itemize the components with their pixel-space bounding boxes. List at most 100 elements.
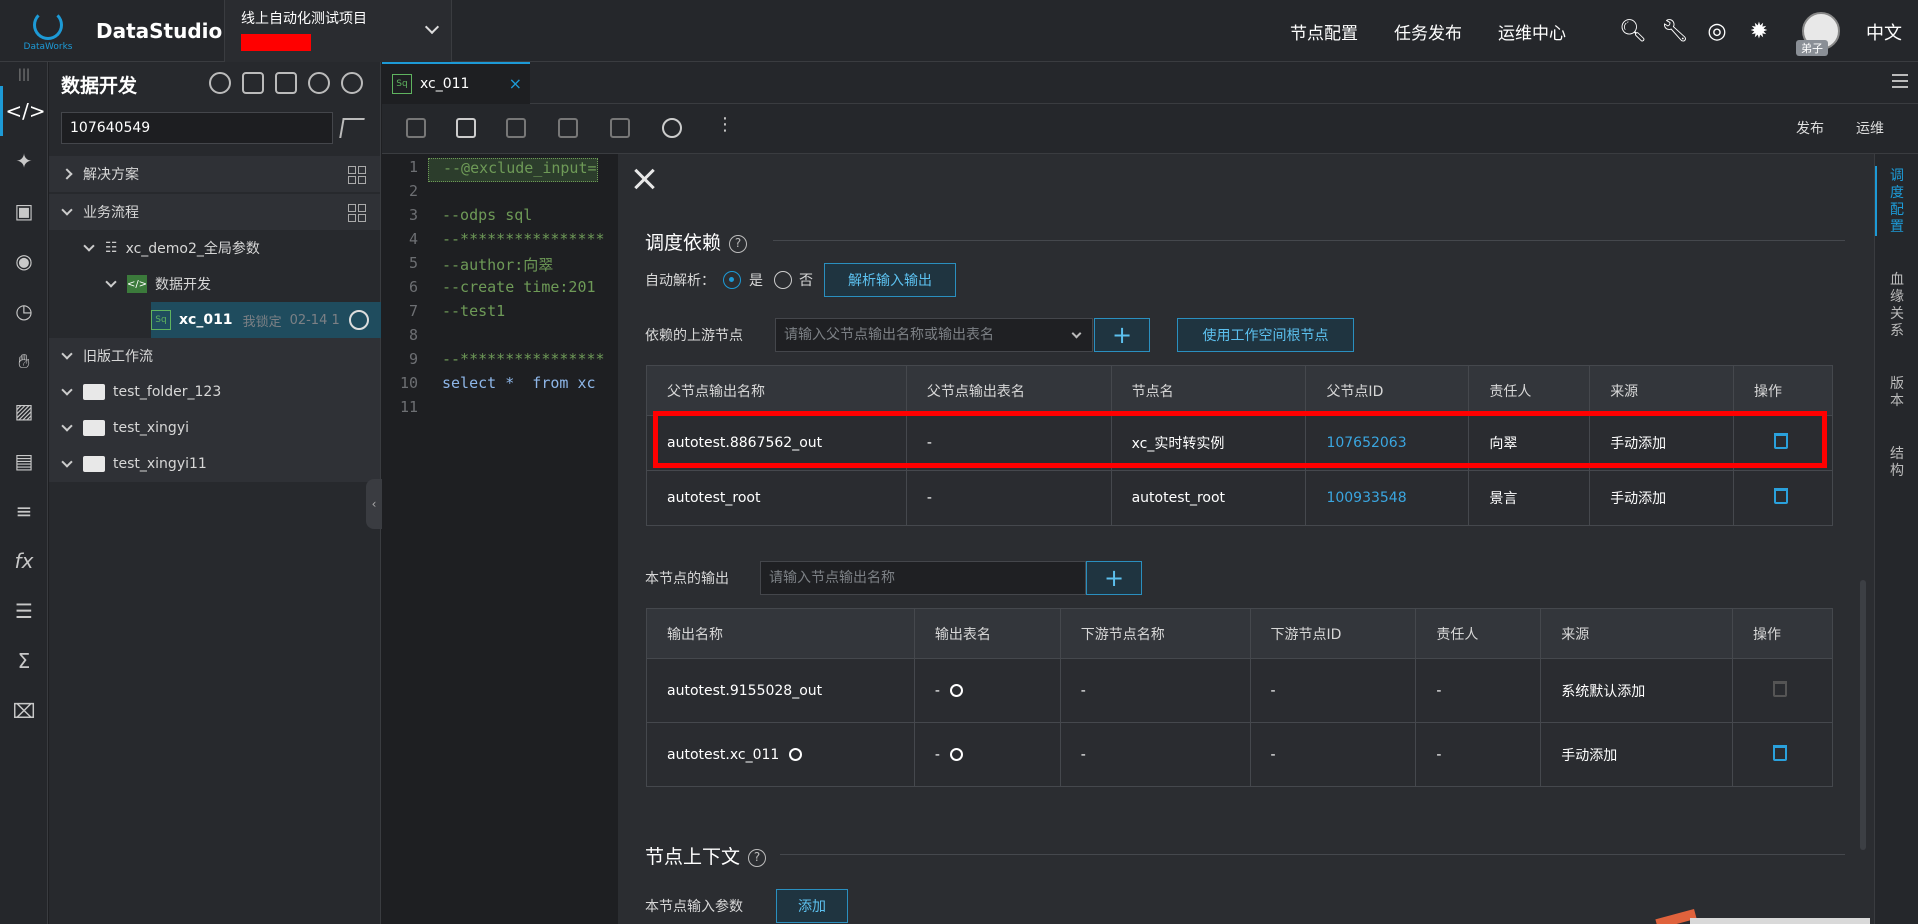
cell-table-value: - — [934, 682, 940, 699]
edit-icon[interactable] — [949, 684, 963, 697]
line-number: 10 — [399, 374, 418, 392]
cell-action — [1732, 722, 1833, 787]
save-as-icon[interactable] — [456, 118, 476, 138]
editor-tabs: Sq xc_011 × — [382, 62, 1918, 104]
headset-icon[interactable]: ◎ — [1702, 16, 1732, 46]
tree-node-selected[interactable]: Sq xc_011 我锁定 02-14 1 — [151, 302, 381, 338]
language-switch[interactable]: 中文 — [1866, 19, 1902, 45]
edit-icon[interactable] — [949, 748, 963, 761]
code-icon[interactable]: </> — [0, 86, 48, 136]
trash-icon[interactable]: ⌧ — [0, 686, 48, 736]
bug-icon[interactable]: ✹ — [1744, 16, 1774, 46]
more-icon[interactable]: ⋮ — [716, 114, 734, 135]
flow-icon: ☷ — [105, 240, 118, 256]
server-icon[interactable]: ☰ — [0, 586, 48, 636]
output-input[interactable]: 请输入节点输出名称 — [760, 561, 1086, 595]
help-icon[interactable]: ? — [748, 848, 767, 867]
col-header: 下游节点名称 — [1059, 608, 1251, 659]
lock-icon[interactable] — [610, 118, 630, 138]
doc-search-icon[interactable] — [242, 72, 264, 94]
line-number: 4 — [408, 230, 418, 248]
code-line: 10 select * from xc — [382, 374, 618, 398]
list-icon[interactable]: ≡ — [0, 486, 48, 536]
function-icon[interactable]: fx — [0, 536, 48, 586]
wrench-icon[interactable]: 🔧︎ — [1660, 16, 1690, 46]
crosshair-icon[interactable] — [349, 310, 369, 330]
tab-version[interactable]: 版本 — [1889, 376, 1905, 410]
radio-yes[interactable] — [723, 271, 741, 289]
tree-folder[interactable]: test_folder_123 — [49, 374, 380, 410]
edit-box-icon[interactable]: ▨ — [0, 386, 48, 436]
hamburger-icon[interactable] — [1892, 74, 1908, 88]
nav-task-publish[interactable]: 任务发布 — [1394, 19, 1462, 44]
section-title-text: 节点上下文 — [645, 846, 741, 868]
table-icon[interactable]: ▤ — [0, 436, 48, 486]
edit-icon[interactable] — [789, 748, 803, 761]
sigma-icon[interactable]: Σ — [0, 636, 48, 686]
tree-folder[interactable]: test_xingyi11 — [49, 446, 380, 482]
trash-icon[interactable] — [1774, 488, 1789, 504]
publish-button[interactable]: 发布 — [1796, 118, 1824, 138]
user-icon[interactable] — [209, 72, 231, 94]
use-root-node-button[interactable]: 使用工作空间根节点 — [1177, 318, 1354, 352]
upstream-input[interactable]: 请输入父节点输出名称或输出表名 — [775, 318, 1093, 352]
tree-label: test_xingyi — [113, 420, 189, 436]
search-icon[interactable]: 🔍︎ — [1618, 16, 1648, 46]
help-icon[interactable]: ? — [729, 234, 748, 253]
code-line: 1 --@exclude_input= — [382, 158, 618, 182]
tree-legacy-flow[interactable]: 旧版工作流 — [49, 338, 380, 374]
line-code: --create time:201 — [442, 278, 596, 296]
scrollbar[interactable] — [1860, 580, 1866, 850]
locate-icon[interactable] — [341, 72, 363, 94]
parse-io-button[interactable]: 解析输入输出 — [824, 263, 956, 297]
cell-parent-id-link[interactable]: 100933548 — [1305, 470, 1470, 526]
editor-toolbar: ⋮ 发布 运维 — [382, 104, 1918, 154]
hand-icon[interactable]: ✋︎ — [0, 336, 48, 386]
puzzle-icon[interactable]: ✦ — [0, 136, 48, 186]
tab-structure[interactable]: 结构 — [1889, 446, 1905, 480]
tree-flow[interactable]: ☷ xc_demo2_全局参数 — [49, 230, 380, 266]
tree-business-flow[interactable]: 业务流程 — [49, 194, 380, 230]
tree-folder[interactable]: test_xingyi — [49, 410, 380, 446]
save-icon[interactable] — [406, 118, 426, 138]
nav-ops-center[interactable]: 运维中心 — [1498, 19, 1566, 44]
tab-xc-011[interactable]: Sq xc_011 × — [382, 62, 530, 104]
col-header: 来源 — [1589, 365, 1735, 416]
clock-icon[interactable]: ◷ — [0, 286, 48, 336]
refresh-icon[interactable] — [308, 72, 330, 94]
run-icon[interactable] — [662, 118, 682, 138]
grid-icon[interactable] — [348, 166, 366, 184]
trash-icon[interactable] — [1773, 744, 1788, 761]
cube-icon[interactable]: ▣ — [0, 186, 48, 236]
tab-lineage[interactable]: 血缘关系 — [1889, 272, 1905, 340]
add-output-button[interactable]: + — [1086, 561, 1142, 595]
tree-label: 业务流程 — [83, 205, 139, 221]
table-row: autotest.xc_011 - - - - 手动添加 — [646, 722, 1833, 787]
close-icon[interactable]: × — [509, 74, 522, 93]
search-input[interactable]: 107640549 — [61, 112, 333, 144]
query-icon[interactable]: ◉ — [0, 236, 48, 286]
submit-icon[interactable] — [506, 118, 526, 138]
close-icon[interactable] — [628, 163, 660, 195]
cell-output: autotest_root — [646, 470, 907, 526]
ops-button[interactable]: 运维 — [1856, 118, 1884, 138]
radio-no[interactable] — [774, 271, 792, 289]
code-editor[interactable]: 1 --@exclude_input= 2 3 --odps sql 4 --****… — [382, 154, 618, 924]
filter-icon[interactable] — [339, 118, 365, 138]
tree-label: test_folder_123 — [113, 384, 222, 400]
commit-icon[interactable] — [558, 118, 578, 138]
tab-schedule-config[interactable]: 调度配置 — [1889, 168, 1905, 236]
add-button[interactable]: 添加 — [776, 889, 848, 923]
grid-icon[interactable] — [348, 204, 366, 222]
collapse-panel-handle[interactable]: ‹ — [366, 479, 382, 529]
col-header: 操作 — [1732, 608, 1833, 659]
tree-solutions[interactable]: 解决方案 — [49, 156, 380, 192]
rail-menu-icon[interactable]: ||| — [0, 62, 48, 86]
add-upstream-button[interactable]: + — [1094, 318, 1150, 352]
chevron-down-icon — [1071, 328, 1082, 339]
new-file-icon[interactable] — [275, 72, 297, 94]
dataworks-logo[interactable]: DataWorks — [0, 0, 96, 62]
project-selector[interactable]: 线上自动化测试项目 — [224, 0, 452, 62]
tree-data-dev[interactable]: </> 数据开发 — [49, 266, 380, 302]
nav-node-config[interactable]: 节点配置 — [1290, 19, 1358, 44]
